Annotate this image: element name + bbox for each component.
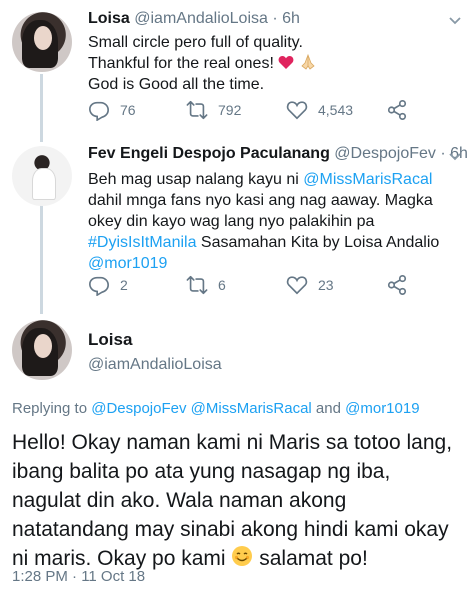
- mention-link[interactable]: @MissMarisRacal: [191, 400, 312, 417]
- separator: ·: [267, 10, 283, 27]
- tweet-text: Sasamahan Kita by Loisa Andalio: [196, 234, 440, 251]
- tweet-loisa[interactable]: Loisa @iamAndalioLoisa · 6h Small circle…: [0, 0, 474, 140]
- smiling-face-emoji-icon: [232, 546, 253, 566]
- reply-button[interactable]: 76: [88, 98, 136, 122]
- tweet-text: dahil mnga fans nyo kasi ang nag aaway. …: [88, 192, 433, 230]
- like-button[interactable]: 4,543: [286, 98, 353, 122]
- mention-link[interactable]: @DespojoFev: [91, 400, 186, 417]
- heart-emoji-icon: [278, 56, 294, 69]
- share-icon: [387, 275, 407, 295]
- action-bar: 2 6 23: [88, 273, 428, 297]
- reply-icon: [89, 276, 109, 296]
- chevron-down-icon[interactable]: [448, 14, 462, 28]
- avatar[interactable]: [12, 320, 72, 380]
- tweet-header: Fev Engeli Despojo Paculanang @DespojoFe…: [88, 145, 468, 163]
- praying-hands-emoji-icon: [301, 53, 315, 70]
- share-button[interactable]: [386, 98, 418, 122]
- mention-link[interactable]: @MissMarisRacal: [303, 171, 432, 188]
- handle[interactable]: @DespojoFev: [334, 145, 436, 162]
- hashtag-link[interactable]: #DyisIsItManila: [88, 234, 196, 251]
- retweet-icon: [186, 100, 208, 120]
- handle[interactable]: @iamAndalioLoisa: [88, 356, 222, 374]
- tweet-header: Loisa @iamAndalioLoisa · 6h: [88, 10, 300, 28]
- retweet-count: 6: [218, 277, 226, 293]
- tweet-line: Thankful for the real ones!: [88, 53, 458, 74]
- reply-icon: [89, 101, 109, 121]
- retweet-button[interactable]: 6: [186, 273, 226, 297]
- action-bar: 76 792 4,543: [88, 98, 428, 122]
- reply-count: 76: [120, 102, 136, 118]
- mention-link[interactable]: @mor1019: [88, 255, 167, 272]
- avatar[interactable]: [12, 12, 72, 72]
- retweet-icon: [186, 275, 208, 295]
- reply-count: 2: [120, 277, 128, 293]
- replying-to: Replying to @DespojoFev @MissMarisRacal …: [12, 400, 420, 417]
- main-tweet-text: Hello! Okay naman kami ni Maris sa totoo…: [12, 431, 453, 570]
- display-name[interactable]: Fev Engeli Despojo Paculanang: [88, 145, 330, 162]
- avatar[interactable]: [12, 146, 72, 206]
- tweet-body: Small circle pero full of quality. Thank…: [88, 32, 458, 95]
- heart-outline-icon: [286, 101, 308, 120]
- tweet-fev[interactable]: Fev Engeli Despojo Paculanang @DespojoFe…: [0, 140, 474, 310]
- retweet-count: 792: [218, 102, 242, 118]
- timestamp[interactable]: 1:28 PM · 11 Oct 18: [12, 568, 145, 585]
- display-name[interactable]: Loisa: [88, 330, 132, 350]
- retweet-button[interactable]: 792: [186, 98, 241, 122]
- tweet-text: Beh mag usap nalang kayu ni: [88, 171, 304, 188]
- tweet-line: God is Good all the time.: [88, 76, 265, 93]
- tweet-line: Small circle pero full of quality.: [88, 34, 303, 51]
- share-button[interactable]: [386, 273, 418, 297]
- like-count: 23: [318, 277, 334, 293]
- like-button[interactable]: 23: [286, 273, 334, 297]
- mention-link[interactable]: @mor1019: [345, 400, 419, 417]
- share-icon: [387, 100, 407, 120]
- tweet-time[interactable]: 6h: [282, 10, 300, 27]
- handle[interactable]: @iamAndalioLoisa: [134, 10, 268, 27]
- display-name[interactable]: Loisa: [88, 10, 130, 27]
- heart-outline-icon: [286, 276, 308, 295]
- like-count: 4,543: [318, 102, 354, 118]
- tweet-body: Beh mag usap nalang kayu ni @MissMarisRa…: [88, 169, 460, 274]
- reply-button[interactable]: 2: [88, 273, 128, 297]
- chevron-down-icon[interactable]: [448, 150, 462, 164]
